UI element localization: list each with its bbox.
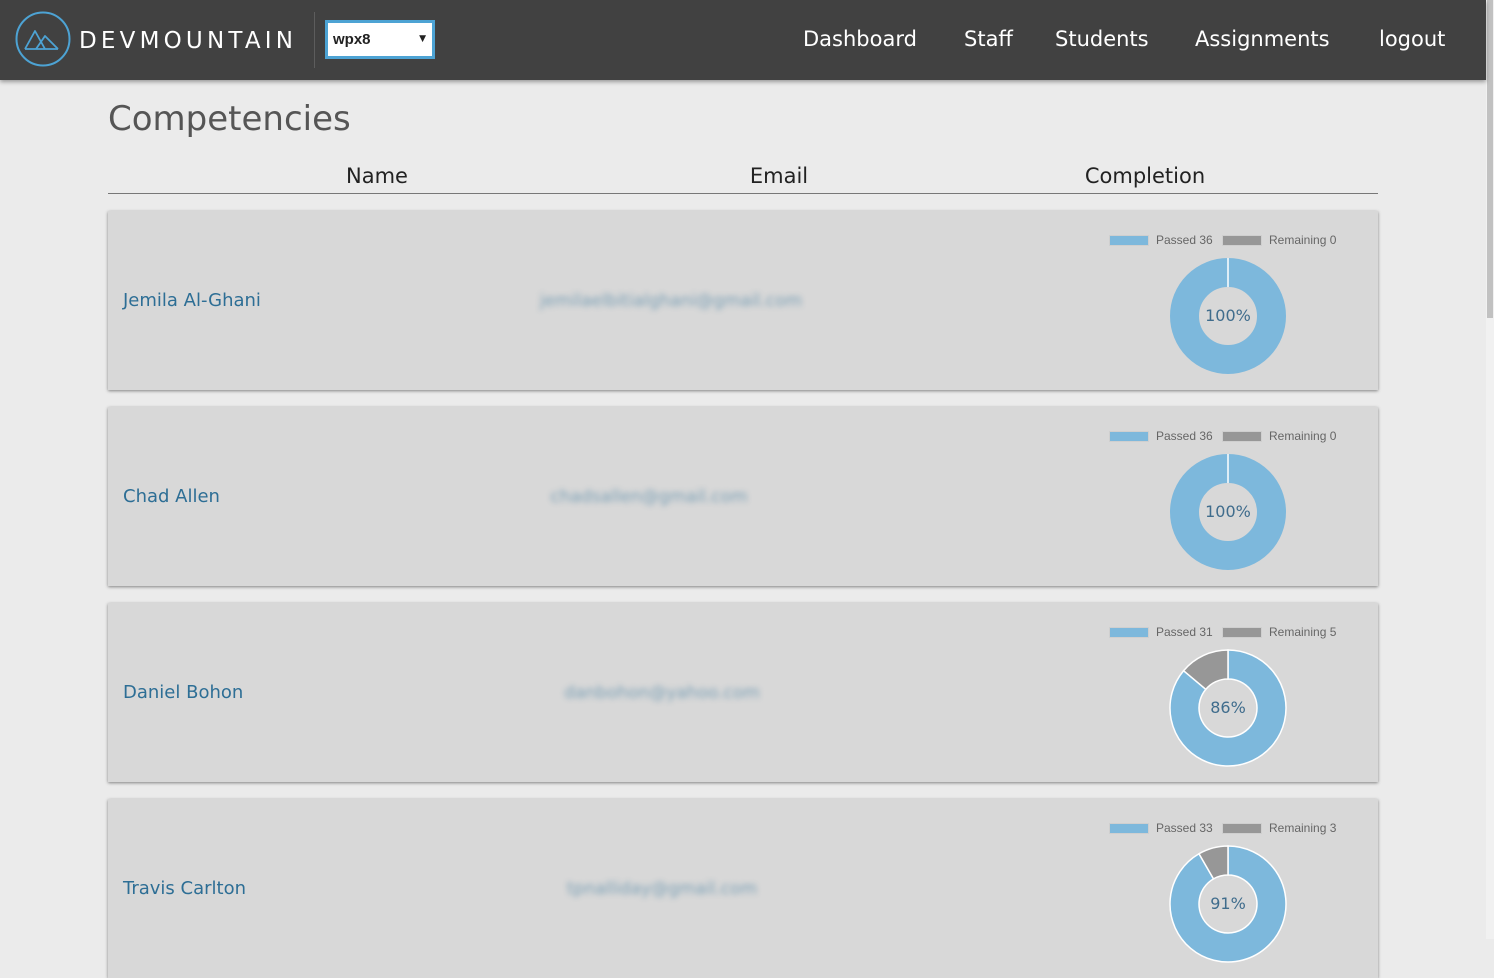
student-email: tpnalliday@gmail.com [566, 879, 758, 899]
student-email: chadsallen@gmail.com [550, 487, 748, 507]
student-card[interactable]: Jemila Al-Ghani jemilaelbitialghani@gmail… [108, 211, 1378, 390]
devmountain-logo-icon[interactable] [15, 11, 71, 67]
legend-swatch-remaining[interactable] [1222, 431, 1262, 442]
legend-label-remaining: Remaining 3 [1269, 821, 1336, 835]
legend-swatch-remaining[interactable] [1222, 823, 1262, 834]
legend-remaining-text: Remaining [1269, 233, 1327, 247]
completion-legend: Passed 33 Remaining 3 [1109, 821, 1369, 835]
legend-remaining-text: Remaining [1269, 429, 1327, 443]
dropdown-arrow-icon: ▼ [419, 34, 426, 44]
page-title: Competencies [108, 99, 351, 139]
nav-logout[interactable]: logout [1379, 25, 1445, 53]
legend-label-passed: Passed 31 [1156, 625, 1213, 639]
legend-passed-text: Passed [1156, 233, 1197, 247]
column-header-name: Name [346, 164, 408, 188]
legend-passed-count: 36 [1199, 233, 1213, 247]
legend-label-remaining: Remaining 0 [1269, 233, 1336, 247]
column-header-completion: Completion [1084, 164, 1206, 188]
nav-students[interactable]: Students [1055, 25, 1149, 53]
nav-assignments[interactable]: Assignments [1195, 25, 1330, 53]
legend-remaining-count: 5 [1329, 625, 1337, 639]
completion-percent-label: 91% [1210, 894, 1246, 913]
student-name-link[interactable]: Chad Allen [123, 486, 220, 508]
legend-passed-text: Passed [1156, 625, 1197, 639]
top-navbar: DEVMOUNTAIN wpx8 ▼ Dashboard Staff Stude… [0, 0, 1486, 80]
legend-passed-count: 31 [1199, 625, 1213, 639]
legend-passed-count: 33 [1199, 821, 1213, 835]
legend-swatch-remaining[interactable] [1222, 627, 1262, 638]
page-scrollbar-thumb[interactable] [1487, 0, 1493, 318]
legend-remaining-text: Remaining [1269, 625, 1327, 639]
header-divider-line [108, 193, 1378, 194]
legend-label-passed: Passed 36 [1156, 429, 1213, 443]
column-header-email: Email [749, 164, 809, 188]
cohort-select[interactable]: wpx8 ▼ [325, 20, 435, 59]
completion-percent-label: 100% [1205, 306, 1251, 325]
legend-passed-text: Passed [1156, 429, 1197, 443]
legend-remaining-count: 0 [1329, 233, 1337, 247]
legend-swatch-passed[interactable] [1109, 235, 1149, 246]
completion-percent-label: 100% [1205, 502, 1251, 521]
cohort-select-value: wpx8 [333, 31, 371, 48]
legend-passed-text: Passed [1156, 821, 1197, 835]
student-name-link[interactable]: Jemila Al-Ghani [123, 290, 261, 312]
student-card[interactable]: Daniel Bohon danbohon@yahoo.com Passed 31 R… [108, 603, 1378, 782]
legend-swatch-passed[interactable] [1109, 627, 1149, 638]
legend-swatch-passed[interactable] [1109, 431, 1149, 442]
legend-label-remaining: Remaining 0 [1269, 429, 1336, 443]
student-name-link[interactable]: Daniel Bohon [123, 682, 243, 704]
nav-staff[interactable]: Staff [964, 25, 1013, 53]
legend-remaining-count: 0 [1329, 429, 1337, 443]
legend-label-passed: Passed 36 [1156, 233, 1213, 247]
completion-legend: Passed 36 Remaining 0 [1109, 429, 1369, 443]
completion-legend: Passed 31 Remaining 5 [1109, 625, 1369, 639]
completion-percent-label: 86% [1210, 698, 1246, 717]
student-card[interactable]: Travis Carlton tpnalliday@gmail.com Passed… [108, 799, 1378, 978]
brand-wordmark[interactable]: DEVMOUNTAIN [79, 27, 297, 55]
header-divider [314, 12, 315, 68]
student-name-link[interactable]: Travis Carlton [123, 878, 246, 900]
student-email: danbohon@yahoo.com [564, 683, 760, 703]
legend-remaining-count: 3 [1329, 821, 1337, 835]
completion-legend: Passed 36 Remaining 0 [1109, 233, 1369, 247]
legend-label-passed: Passed 33 [1156, 821, 1213, 835]
legend-passed-count: 36 [1199, 429, 1213, 443]
legend-remaining-text: Remaining [1269, 821, 1327, 835]
student-card[interactable]: Chad Allen chadsallen@gmail.com Passed 36 R… [108, 407, 1378, 586]
legend-swatch-remaining[interactable] [1222, 235, 1262, 246]
legend-label-remaining: Remaining 5 [1269, 625, 1336, 639]
nav-dashboard[interactable]: Dashboard [803, 25, 917, 53]
legend-swatch-passed[interactable] [1109, 823, 1149, 834]
student-email: jemilaelbitialghani@gmail.com [539, 291, 803, 311]
